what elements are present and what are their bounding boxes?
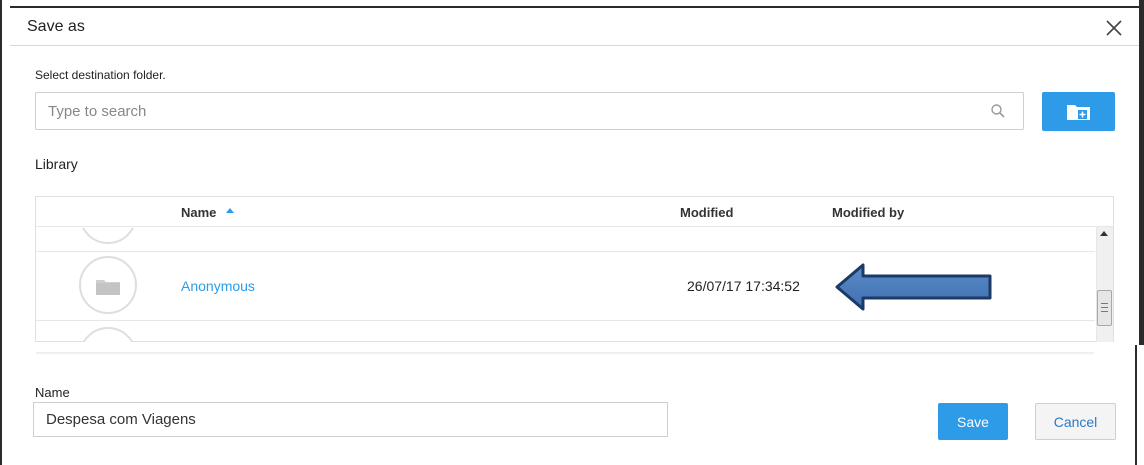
annotation-arrow-icon <box>835 263 993 311</box>
search-icon[interactable] <box>990 103 1006 119</box>
footer-divider <box>36 352 1094 355</box>
cancel-button[interactable]: Cancel <box>1035 403 1116 440</box>
new-folder-icon <box>1067 105 1090 120</box>
close-button[interactable] <box>1100 14 1128 42</box>
column-header-modified[interactable]: Modified <box>680 205 733 220</box>
list-item[interactable] <box>36 228 1095 250</box>
row-name-link[interactable]: Anonymous <box>181 278 255 294</box>
folder-avatar <box>79 228 137 244</box>
dialog-title: Save as <box>27 18 85 35</box>
save-button[interactable]: Save <box>938 403 1008 440</box>
search-box[interactable] <box>35 92 1024 130</box>
close-icon <box>1106 20 1122 36</box>
column-header-name[interactable]: Name <box>181 205 216 220</box>
library-label: Library <box>35 156 78 172</box>
column-header-modified-by[interactable]: Modified by <box>832 205 904 220</box>
dialog-title-bar <box>10 8 1139 46</box>
new-folder-button[interactable] <box>1042 92 1115 131</box>
scroll-up-arrow-icon[interactable] <box>1100 231 1108 236</box>
name-label: Name <box>35 385 70 400</box>
screen-edge <box>1139 0 1144 345</box>
scroll-grip-line <box>1101 307 1108 308</box>
row-modified: 26/07/17 17:34:52 <box>687 278 800 294</box>
sort-ascending-icon <box>226 208 234 213</box>
list-item[interactable] <box>36 321 1095 342</box>
search-input[interactable] <box>36 93 988 129</box>
folder-icon <box>95 276 121 296</box>
folder-avatar <box>79 327 137 342</box>
name-input[interactable] <box>33 402 668 437</box>
destination-label: Select destination folder. <box>35 68 166 82</box>
